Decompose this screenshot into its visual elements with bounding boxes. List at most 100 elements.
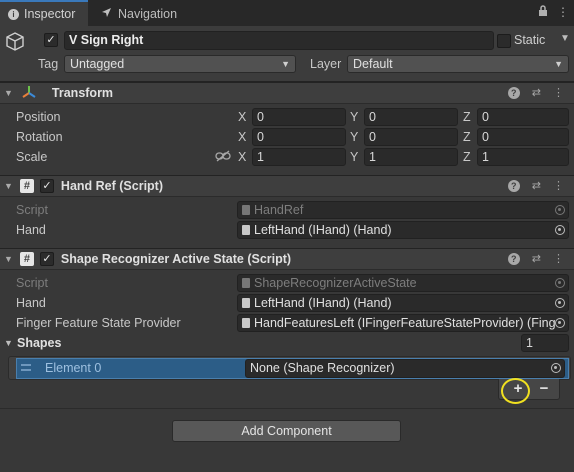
object-picker-icon (555, 278, 565, 288)
rotation-z-field[interactable]: 0 (477, 128, 569, 146)
hand-ref-title: Hand Ref (Script) (60, 179, 164, 193)
element-field-value: None (Shape Recognizer) (250, 361, 395, 375)
help-icon[interactable]: ? (507, 86, 520, 99)
help-icon[interactable]: ? (507, 252, 520, 265)
shape-recognizer-title: Shape Recognizer Active State (Script) (60, 252, 292, 266)
tab-inspector-label: Inspector (24, 7, 76, 21)
finger-feature-label: Finger Feature State Provider (16, 316, 181, 330)
hand-label: Hand (16, 223, 46, 237)
more-options-icon[interactable]: ⋮ (553, 179, 564, 192)
layer-dropdown[interactable]: Default ▼ (347, 55, 569, 73)
presets-icon[interactable]: ⇄ (532, 86, 541, 99)
axis-z-label[interactable]: Z (463, 110, 471, 124)
tab-inspector[interactable]: i Inspector (0, 0, 88, 26)
object-picker-icon (555, 205, 565, 215)
shapes-label[interactable]: Shapes (17, 336, 61, 350)
axis-z-label[interactable]: Z (463, 150, 471, 164)
active-toggle[interactable]: ✓ (44, 33, 58, 47)
scale-x-field[interactable]: 1 (252, 148, 346, 166)
hand-field[interactable]: LeftHand (IHand) (Hand) (237, 221, 569, 239)
rotation-label: Rotation (16, 130, 63, 144)
object-picker-icon[interactable] (555, 225, 565, 235)
script-field-value: HandRef (254, 203, 304, 217)
remove-element-button[interactable]: − (533, 380, 555, 398)
element-field[interactable]: None (Shape Recognizer) (245, 359, 565, 378)
script-file-icon (242, 205, 250, 215)
foldout-arrow-icon[interactable]: ▼ (4, 338, 13, 348)
position-z-field[interactable]: 0 (477, 108, 569, 126)
object-picker-icon[interactable] (555, 318, 565, 328)
more-options-icon[interactable]: ⋮ (553, 86, 564, 99)
foldout-arrow-icon[interactable]: ▼ (4, 254, 13, 264)
rotation-x-field[interactable]: 0 (252, 128, 346, 146)
chevron-down-icon: ▼ (281, 59, 290, 69)
finger-feature-field-value: HandFeaturesLeft (IFingerFeatureStatePro… (254, 316, 556, 330)
position-x-field[interactable]: 0 (252, 108, 346, 126)
script-field-value: ShapeRecognizerActiveState (254, 276, 417, 290)
help-icon[interactable]: ? (507, 179, 520, 192)
script-icon: # (19, 252, 34, 266)
object-picker-icon[interactable] (551, 363, 561, 373)
axis-x-label[interactable]: X (238, 130, 246, 144)
transform-icon (21, 84, 39, 102)
axis-y-label[interactable]: Y (350, 110, 358, 124)
scale-z-field[interactable]: 1 (477, 148, 569, 166)
finger-feature-field[interactable]: HandFeaturesLeft (IFingerFeatureStatePro… (237, 314, 569, 332)
lock-icon[interactable] (538, 5, 548, 20)
scale-y-field[interactable]: 1 (364, 148, 458, 166)
axis-z-label[interactable]: Z (463, 130, 471, 144)
transform-header-icons: ? ⇄ ⋮ (507, 86, 564, 99)
script-file-icon (242, 225, 250, 235)
tab-navigation[interactable]: Navigation (92, 2, 192, 26)
script-file-icon (242, 318, 250, 328)
script-file-icon (242, 278, 250, 288)
component-enabled-toggle[interactable]: ✓ (39, 252, 54, 266)
hand-field[interactable]: LeftHand (IHand) (Hand) (237, 294, 569, 312)
hand-ref-header[interactable]: ▼ # ✓ Hand Ref (Script) (0, 175, 574, 197)
presets-icon[interactable]: ⇄ (532, 179, 541, 192)
transform-title: Transform (51, 86, 114, 100)
add-component-button[interactable]: Add Component (172, 420, 401, 442)
script-field: ShapeRecognizerActiveState (237, 274, 569, 292)
shape-recognizer-header[interactable]: ▼ # ✓ Shape Recognizer Active State (Scr… (0, 248, 574, 270)
drag-handle-icon[interactable] (21, 364, 31, 371)
rotation-y-field[interactable]: 0 (364, 128, 458, 146)
script-label: Script (16, 203, 48, 217)
more-options-icon[interactable]: ⋮ (553, 252, 564, 265)
axis-y-label[interactable]: Y (350, 150, 358, 164)
script-icon: # (19, 179, 34, 193)
divider (0, 408, 574, 409)
static-checkbox[interactable] (497, 34, 511, 48)
tab-navigation-label: Navigation (118, 7, 178, 21)
transform-header[interactable]: ▼ Transform (0, 82, 574, 104)
more-options-icon[interactable]: ⋮ (557, 5, 569, 20)
hand-label: Hand (16, 296, 46, 310)
foldout-arrow-icon[interactable]: ▼ (4, 181, 13, 191)
list-item[interactable]: Element 0 None (Shape Recognizer) (16, 358, 569, 379)
object-name-field[interactable]: V Sign Right (64, 31, 494, 50)
component-enabled-toggle[interactable]: ✓ (39, 179, 54, 193)
axis-y-label[interactable]: Y (350, 130, 358, 144)
presets-icon[interactable]: ⇄ (532, 252, 541, 265)
object-picker-icon[interactable] (555, 298, 565, 308)
tag-label: Tag (38, 57, 59, 71)
scale-label: Scale (16, 150, 48, 164)
window-controls: ⋮ (538, 5, 569, 20)
foldout-arrow-icon[interactable]: ▼ (4, 88, 13, 98)
script-file-icon (242, 298, 250, 308)
element-label: Element 0 (45, 361, 102, 375)
navigation-icon (100, 6, 113, 22)
static-dropdown-caret[interactable]: ▼ (560, 33, 570, 44)
position-y-field[interactable]: 0 (364, 108, 458, 126)
info-icon: i (8, 8, 19, 20)
axis-x-label[interactable]: X (238, 150, 246, 164)
position-label: Position (16, 110, 61, 124)
highlight-circle (501, 378, 530, 404)
constrain-proportions-icon[interactable] (215, 150, 231, 162)
hand-ref-header-icons: ? ⇄ ⋮ (507, 179, 564, 192)
axis-x-label[interactable]: X (238, 110, 246, 124)
script-label: Script (16, 276, 48, 290)
tag-dropdown[interactable]: Untagged ▼ (64, 55, 296, 73)
shapes-count-field[interactable]: 1 (521, 334, 569, 352)
chevron-down-icon: ▼ (554, 59, 563, 69)
